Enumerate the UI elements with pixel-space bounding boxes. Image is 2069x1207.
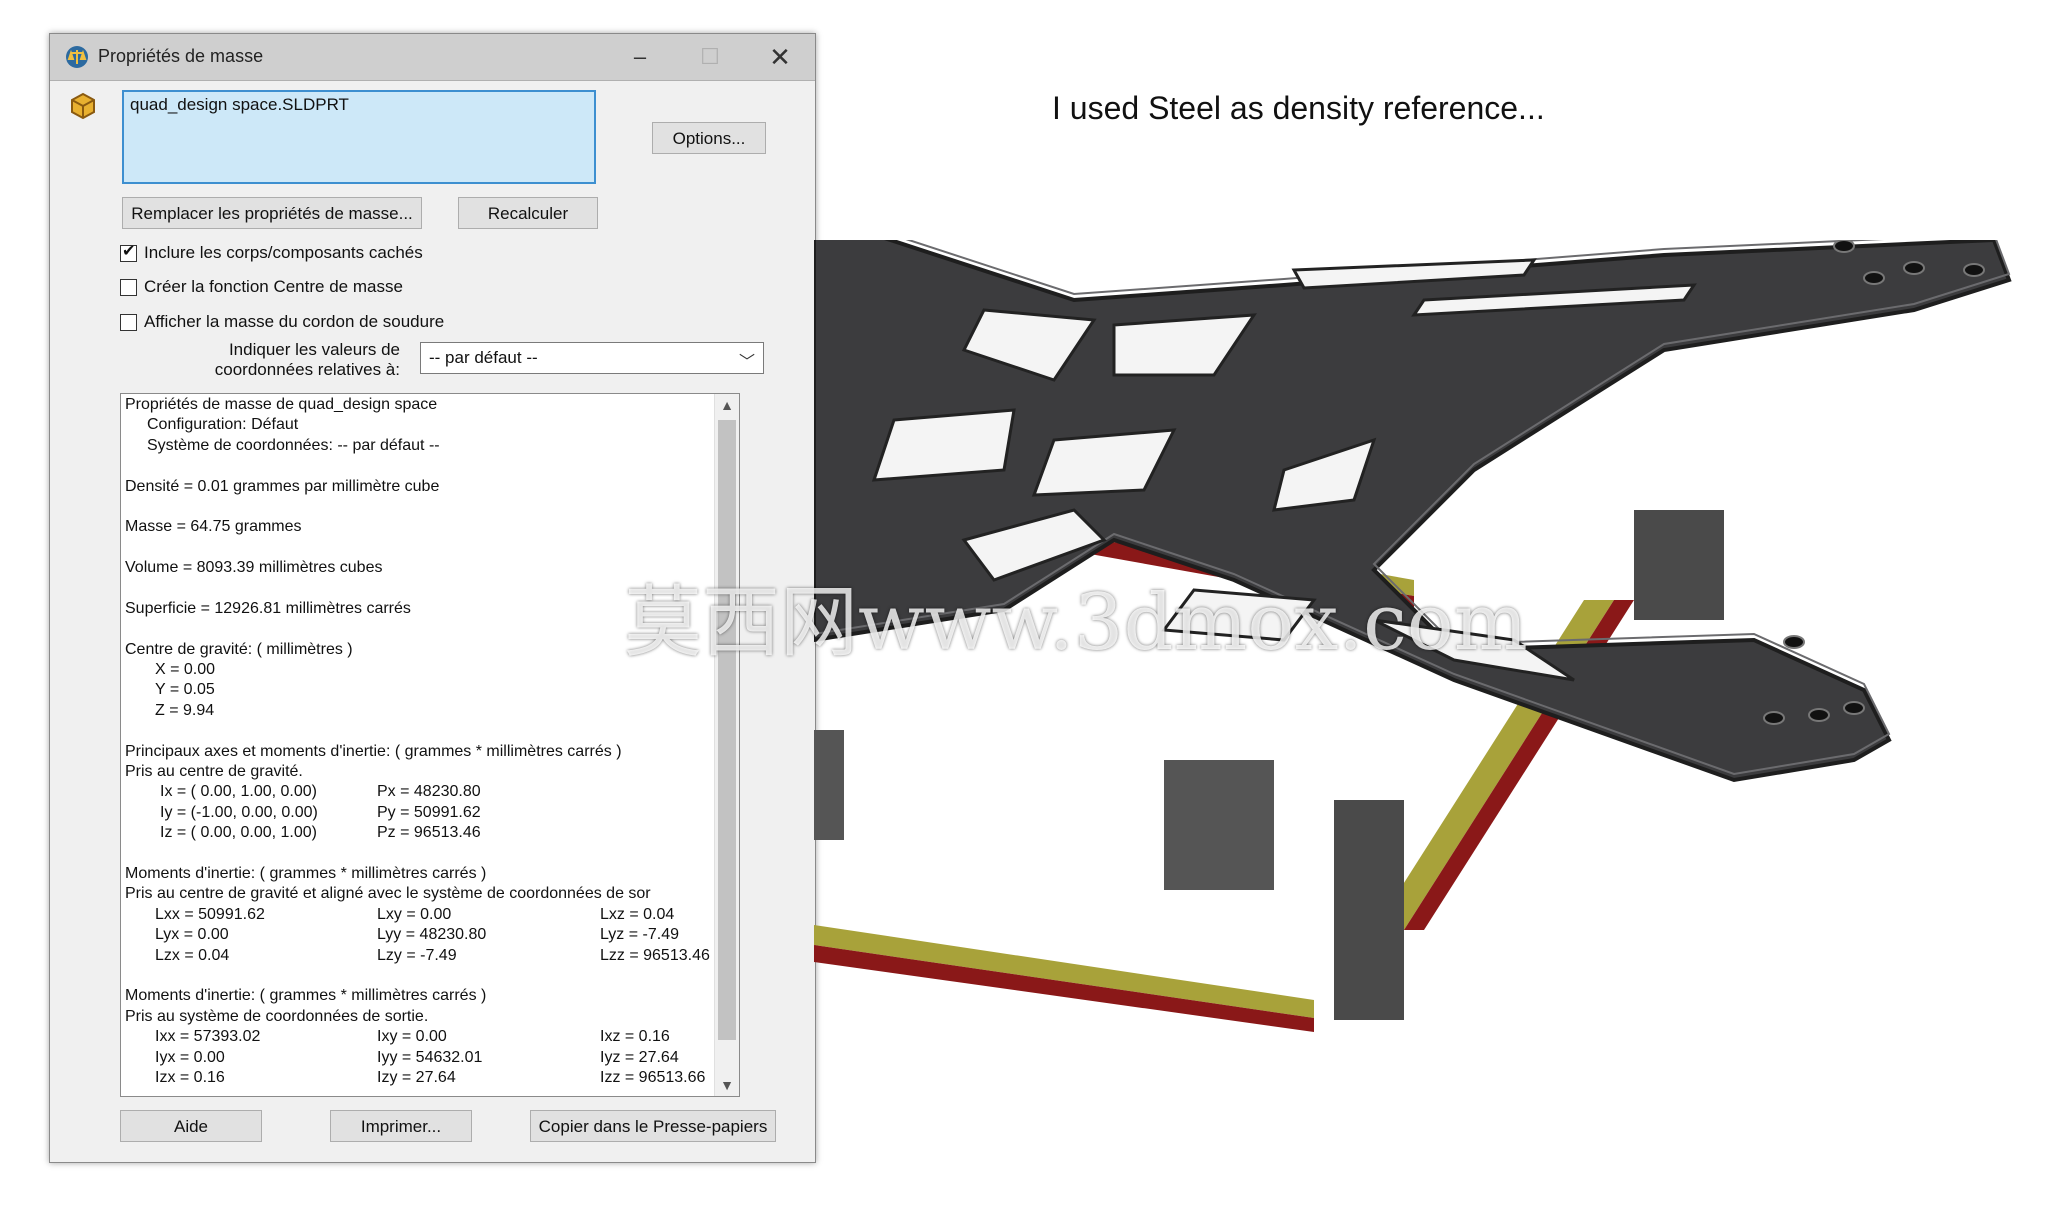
moment-value: Izz = 96513.66 — [600, 1068, 706, 1086]
moment-value: Lyx = 0.00 — [155, 926, 229, 944]
cog-z: Z = 9.94 — [155, 701, 215, 719]
moment-value: Izy = 27.64 — [377, 1068, 456, 1086]
scale-icon — [66, 46, 88, 68]
maximize-button[interactable]: ☐ — [675, 34, 745, 80]
coordinate-system-text: Système de coordonnées: -- par défaut -- — [147, 436, 440, 454]
principal-axes-title: Principaux axes et moments d'inertie: ( … — [125, 742, 622, 760]
scroll-down-icon[interactable]: ▼ — [715, 1074, 739, 1096]
volume-text: Volume = 8093.39 millimètres cubes — [125, 559, 383, 577]
principal-axes-subtitle: Pris au centre de gravité. — [125, 763, 303, 781]
density-text: Densité = 0.01 grammes par millimètre cu… — [125, 477, 440, 495]
part-icon — [71, 92, 95, 120]
coordinate-system-value: -- par défaut -- — [429, 348, 538, 367]
moment-value: Lzy = -7.49 — [377, 946, 457, 964]
moment-value: Lyy = 48230.80 — [377, 926, 487, 944]
moments-output-subtitle: Pris au système de coordonnées de sortie… — [125, 1007, 429, 1025]
help-button[interactable]: Aide — [120, 1110, 262, 1142]
cog-x: X = 0.00 — [155, 661, 216, 679]
recalculate-button[interactable]: Recalculer — [458, 197, 598, 229]
checkbox-box[interactable] — [120, 279, 137, 296]
moment-value: Iyy = 54632.01 — [377, 1048, 483, 1066]
override-mass-properties-button[interactable]: Remplacer les propriétés de masse... — [122, 197, 422, 229]
selected-item[interactable]: quad_design space.SLDPRT — [130, 95, 588, 115]
scrollbar-thumb[interactable] — [718, 420, 736, 1040]
principal-axis: Iy = (-1.00, 0.00, 0.00) — [160, 803, 318, 821]
moment-value: Iyz = 27.64 — [600, 1048, 679, 1066]
copy-to-clipboard-button[interactable]: Copier dans le Presse-papiers — [530, 1110, 776, 1142]
principal-moment: Pz = 96513.46 — [377, 824, 481, 842]
window-title: Propriétés de masse — [98, 46, 264, 66]
coordinate-label-line1: Indiquer les valeurs de — [228, 340, 400, 359]
moment-value: Lzz = 96513.46 — [600, 946, 710, 964]
moment-value: Lyz = -7.49 — [600, 926, 680, 944]
results-header: Propriétés de masse de quad_design space — [125, 396, 438, 413]
checkbox-box[interactable]: ✔ — [120, 243, 137, 262]
watermark-text: 莫西网www.3dmox.com — [624, 578, 1528, 668]
title-bar[interactable]: Propriétés de masse – ☐ ✕ — [50, 34, 815, 81]
coordinate-system-select[interactable]: -- par défaut -- ﹀ — [420, 342, 764, 374]
moment-value: Lzx = 0.04 — [155, 946, 230, 964]
results-scrollbar[interactable]: ▲ ▼ — [714, 394, 739, 1096]
moment-value: Lxx = 50991.62 — [155, 905, 265, 923]
options-button[interactable]: Options... — [652, 122, 766, 154]
checkbox-label[interactable]: Afficher la masse du cordon de soudure — [144, 312, 444, 332]
checkbox-label[interactable]: Inclure les corps/composants cachés — [144, 243, 423, 263]
moments-cog-subtitle: Pris au centre de gravité et aligné avec… — [125, 885, 651, 903]
print-button[interactable]: Imprimer... — [330, 1110, 472, 1142]
principal-moment: Py = 50991.62 — [377, 803, 481, 821]
minimize-button[interactable]: – — [605, 34, 675, 80]
checkbox-box[interactable] — [120, 314, 137, 331]
moments-output-title: Moments d'inertie: ( grammes * millimètr… — [125, 987, 487, 1005]
principal-moment: Px = 48230.80 — [377, 783, 481, 801]
coordinate-label-line2: coordonnées relatives à: — [214, 360, 400, 379]
moment-value: Ixx = 57393.02 — [155, 1028, 261, 1046]
coordinate-system-label: Indiquer les valeurs de coordonnées rela… — [180, 340, 400, 380]
mass-text: Masse = 64.75 grammes — [125, 518, 302, 536]
moment-value: Ixy = 0.00 — [377, 1028, 447, 1046]
moment-value: Iyx = 0.00 — [155, 1048, 225, 1066]
moments-cog-title: Moments d'inertie: ( grammes * millimètr… — [125, 864, 487, 882]
scroll-up-icon[interactable]: ▲ — [715, 394, 739, 416]
principal-axis: Ix = ( 0.00, 1.00, 0.00) — [160, 783, 317, 801]
checkmark-icon: ✔ — [122, 243, 136, 260]
configuration-text: Configuration: Défaut — [147, 416, 299, 434]
moment-value: Ixz = 0.16 — [600, 1028, 670, 1046]
moment-value: Lxy = 0.00 — [377, 905, 452, 923]
selected-items-list[interactable]: quad_design space.SLDPRT — [122, 90, 596, 184]
results-panel[interactable]: Propriétés de masse de quad_design space… — [120, 393, 740, 1097]
center-of-gravity-title: Centre de gravité: ( millimètres ) — [125, 640, 353, 658]
cog-y: Y = 0.05 — [155, 681, 215, 699]
moment-value: Izx = 0.16 — [155, 1068, 225, 1086]
chevron-down-icon[interactable]: ﹀ — [739, 348, 755, 372]
caption-text: I used Steel as density reference... — [1052, 90, 1545, 126]
results-text: Propriétés de masse de quad_design space… — [125, 395, 713, 1095]
surface-area-text: Superficie = 12926.81 millimètres carrés — [125, 599, 411, 617]
close-button[interactable]: ✕ — [745, 34, 815, 80]
principal-axis: Iz = ( 0.00, 0.00, 1.00) — [160, 824, 317, 842]
checkbox-label[interactable]: Créer la fonction Centre de masse — [144, 277, 403, 297]
moment-value: Lxz = 0.04 — [600, 905, 675, 923]
